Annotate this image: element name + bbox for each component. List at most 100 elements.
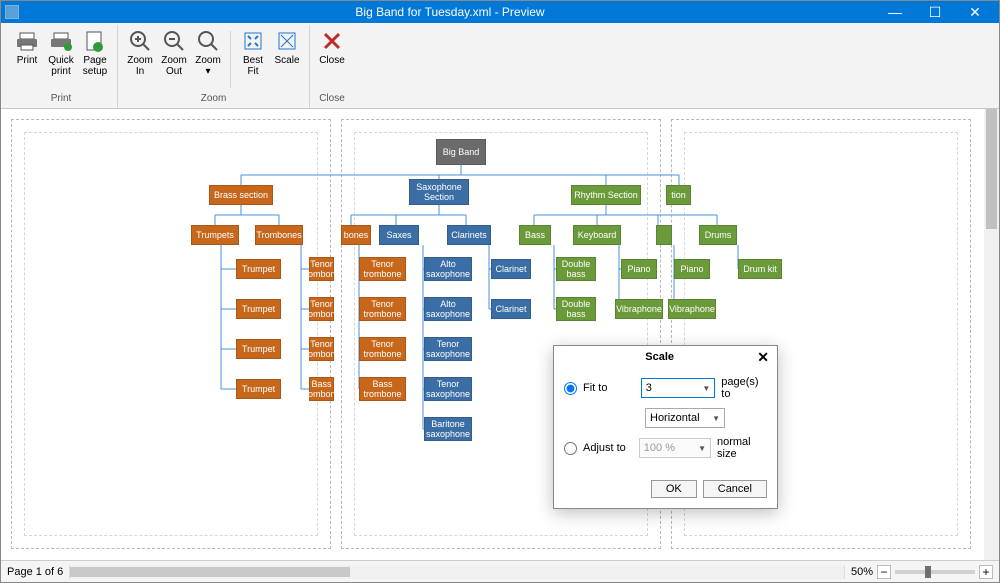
node-leaf: Drum kit [738,259,782,279]
scale-button[interactable]: Scale [271,27,303,92]
zoom-out-icon [162,29,186,53]
node-leaf: Clarinet [491,299,531,319]
page-indicator: Page 1 of 6 [1,566,69,578]
node-leaf: Tenor trombone [309,297,334,321]
node-section: Saxophone Section [409,179,469,205]
print-icon [15,29,39,53]
ok-button[interactable]: OK [651,480,697,498]
zoom-controls: 50% − + [845,565,999,579]
ribbon-group-zoom: Zoom In Zoom Out Zoom▾ Best Fit [118,25,310,108]
adjust-to-radio[interactable] [564,442,577,455]
node-leaf: Bass trombone [359,377,406,401]
window-close-button[interactable]: ✕ [955,1,995,23]
page-setup-button[interactable]: Page setup [79,27,111,92]
preview-page [11,119,331,549]
zoom-in-icon [128,29,152,53]
node-leaf: Alto saxophone [424,297,472,321]
ribbon-group-print-label: Print [11,92,111,106]
chevron-down-icon: ▼ [698,444,706,453]
ribbon-group-zoom-label: Zoom [124,92,303,106]
window-maximize-button[interactable]: ☐ [915,1,955,23]
scale-dialog: Scale ✕ Fit to 3▼ page(s) to Horizontal▼… [553,345,778,509]
chevron-down-icon: ▼ [702,384,710,393]
scale-label: Scale [274,55,299,66]
zoom-icon [196,29,220,53]
best-fit-label: Best Fit [238,55,268,77]
zoom-slider[interactable] [895,570,975,574]
page-setup-label: Page setup [80,55,110,77]
quick-print-icon [49,29,73,53]
node-group: Trombones [255,225,303,245]
node-leaf: Double bass [556,257,596,281]
print-button[interactable]: Print [11,27,43,92]
node-leaf: Double bass [556,297,596,321]
node-leaf: Piano [621,259,657,279]
zoom-out-stepper[interactable]: − [877,565,891,579]
node-leaf: Trumpet [236,299,281,319]
node-root: Big Band [436,139,486,165]
window-title: Big Band for Tuesday.xml - Preview [25,5,875,19]
adjust-to-value-input[interactable]: 100 %▼ [639,438,711,458]
zoom-button[interactable]: Zoom▾ [192,27,224,92]
node-leaf: Tenor trombone [359,257,406,281]
node-group: Bass [519,225,551,245]
node-group: Drums [699,225,737,245]
quick-print-button[interactable]: Quick print [45,27,77,92]
cancel-button[interactable]: Cancel [703,480,767,498]
adjust-to-label: Adjust to [583,442,633,454]
ribbon-toolbar: Print Quick print Page setup Print [1,23,999,109]
node-leaf: Vibraphone [668,299,716,319]
zoom-label: Zoom▾ [195,55,221,77]
node-group: Trumpets [191,225,239,245]
preview-canvas[interactable]: Big Band Brass section Trumpets Trombone… [1,109,984,560]
node-leaf: Tenor saxophone [424,377,472,401]
print-label: Print [17,55,38,66]
window-minimize-button[interactable]: — [875,1,915,23]
node-leaf: Clarinet [491,259,531,279]
node-leaf: Tenor saxophone [424,337,472,361]
zoom-in-label: Zoom In [125,55,155,77]
quick-print-label: Quick print [46,55,76,77]
node-leaf: Vibraphone [615,299,663,319]
close-icon [320,29,344,53]
close-button[interactable]: Close [316,27,348,92]
scrollbar-thumb[interactable] [70,567,350,577]
fit-to-radio[interactable] [564,382,577,395]
vertical-scrollbar[interactable] [984,109,999,560]
titlebar: Big Band for Tuesday.xml - Preview — ☐ ✕ [1,1,999,23]
zoom-slider-thumb[interactable] [925,566,931,578]
node-group: Saxes [379,225,419,245]
node-leaf: Bass trombone [309,377,334,401]
fit-to-value-input[interactable]: 3▼ [641,378,716,398]
fit-to-label: Fit to [583,382,635,394]
horizontal-scrollbar[interactable] [69,565,845,579]
node-group [656,225,672,245]
zoom-percent: 50% [851,566,873,578]
scrollbar-thumb[interactable] [986,109,997,229]
ribbon-group-close: Close Close [310,25,354,108]
node-leaf: Trumpet [236,339,281,359]
zoom-out-button[interactable]: Zoom Out [158,27,190,92]
node-leaf: Piano [674,259,710,279]
node-leaf: Alto saxophone [424,257,472,281]
node-group: Keyboard [573,225,621,245]
node-leaf: Trumpet [236,379,281,399]
zoom-out-label: Zoom Out [159,55,189,77]
chevron-down-icon: ▼ [712,414,720,423]
status-bar: Page 1 of 6 50% − + [1,560,999,582]
page-setup-icon [83,29,107,53]
dialog-close-button[interactable]: ✕ [757,350,769,364]
node-section: Brass section [209,185,273,205]
zoom-in-stepper[interactable]: + [979,565,993,579]
node-section: tion [666,185,691,205]
normal-size-label: normal size [717,436,767,460]
orientation-select[interactable]: Horizontal▼ [645,408,725,428]
node-group: bones [341,225,371,245]
pages-to-label: page(s) to [721,376,767,400]
dialog-title: Scale [645,351,674,363]
best-fit-button[interactable]: Best Fit [237,27,269,92]
close-label: Close [319,55,345,66]
zoom-in-button[interactable]: Zoom In [124,27,156,92]
ribbon-group-print: Print Quick print Page setup Print [5,25,118,108]
ribbon-group-close-label: Close [316,92,348,106]
